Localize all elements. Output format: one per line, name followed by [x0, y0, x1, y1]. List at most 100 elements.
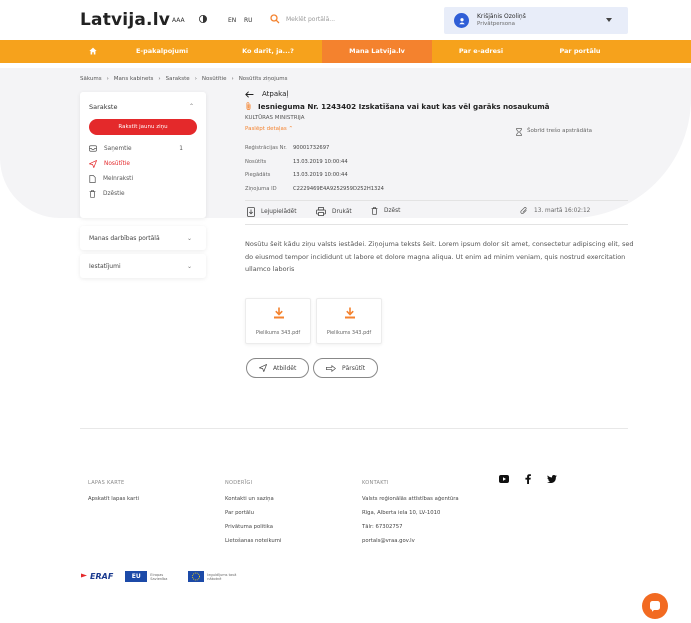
- nav-about[interactable]: Par portālu: [530, 40, 630, 63]
- footer-heading: LAPAS KARTE: [88, 480, 125, 486]
- footer-link-privacy[interactable]: Privātuma politika: [225, 520, 281, 534]
- chat-icon: [650, 601, 660, 612]
- youtube-icon[interactable]: [499, 475, 509, 483]
- lang-ru[interactable]: RU: [244, 17, 253, 24]
- download-button[interactable]: Lejupielādēt: [247, 207, 297, 217]
- footer-agency: Valsts reģionālās attīstības aģentūra: [362, 496, 459, 502]
- breadcrumb-sent[interactable]: Nosūtītie: [202, 76, 227, 82]
- footer-contacts: KONTAKTI Valsts reģionālās attīstības aģ…: [362, 476, 459, 548]
- arrow-left-icon: [245, 90, 254, 98]
- search-bar[interactable]: Meklēt portālā...: [270, 14, 335, 24]
- chevron-up-icon: ⌃: [288, 126, 294, 132]
- chevron-down-icon: ⌄: [186, 263, 192, 270]
- nav-what-to-do[interactable]: Ko darīt, ja...?: [214, 40, 322, 63]
- lang-en[interactable]: EN: [228, 17, 236, 24]
- sender-name: KULTŪRAS MINISTRIJA: [245, 115, 305, 121]
- footer-link-about[interactable]: Par portālu: [225, 506, 281, 520]
- printer-icon: [316, 207, 326, 216]
- breadcrumb-separator-icon: ›: [158, 76, 161, 82]
- sidebar-item-label: Saņemtie: [104, 145, 132, 152]
- sidebar-item-deleted[interactable]: Dzēstie: [89, 190, 197, 198]
- user-name: Krišjānis Ozoliņš: [477, 13, 526, 21]
- attachment-filename: Pielikums 343.pdf: [326, 330, 372, 336]
- sidebar-item-label: Melnraksti: [103, 176, 134, 182]
- eu-logo: EU Eiropas Savienība: [125, 571, 176, 582]
- new-message-button[interactable]: Rakstīt jaunu ziņu: [89, 119, 197, 135]
- attachment-card[interactable]: Pielikums 343.pdf: [316, 298, 382, 344]
- breadcrumb-current: Nosūtīts ziņojums: [238, 76, 288, 82]
- back-button[interactable]: Atpakaļ: [245, 90, 288, 98]
- sidebar-activity[interactable]: Manas darbības portālā ⌄: [80, 226, 206, 250]
- download-icon: [345, 307, 355, 319]
- hourglass-icon: [516, 128, 522, 136]
- forward-arrow-icon: [326, 364, 336, 372]
- breadcrumb-separator-icon: ›: [231, 76, 234, 82]
- contrast-icon[interactable]: [199, 15, 207, 25]
- document-icon: [89, 175, 96, 183]
- search-input[interactable]: Meklēt portālā...: [286, 16, 335, 23]
- sidebar-title[interactable]: Sarakste: [89, 103, 117, 111]
- footer-heading: NODERĪGI: [225, 480, 253, 486]
- reply-button[interactable]: Atbildēt: [246, 358, 310, 378]
- delete-button[interactable]: Dzēst: [371, 207, 400, 215]
- forward-button[interactable]: Pārsūtīt: [313, 358, 379, 378]
- social-links: [499, 474, 557, 484]
- breadcrumb: Sākums › Mans kabinets › Sarakste › Nosūtīt…: [80, 76, 287, 82]
- inbox-count: 1: [179, 145, 183, 152]
- chevron-up-icon[interactable]: ⌃: [189, 103, 194, 110]
- hide-details-link[interactable]: Paslēpt detaļas ⌃: [245, 126, 293, 132]
- sidebar-item-label: Nosūtītie: [104, 161, 130, 167]
- attachment-card[interactable]: Pielikums 343.pdf: [245, 298, 311, 344]
- trash-icon: [371, 207, 378, 215]
- trash-icon: [89, 190, 96, 198]
- message-title: Iesnieguma Nr. 1243402 Izskatīšana vai k…: [245, 102, 550, 111]
- send-icon: [89, 160, 97, 168]
- message-date: 13. martā 16:02:12: [520, 207, 590, 215]
- footer-link-terms[interactable]: Lietošanas noteikumi: [225, 534, 281, 548]
- breadcrumb-separator-icon: ›: [194, 76, 197, 82]
- print-button[interactable]: Drukāt: [316, 207, 352, 216]
- top-header: Latvija.lv AAA EN RU Meklēt portālā... K…: [0, 0, 691, 40]
- nav-my-latvija[interactable]: Mana Latvija.lv: [322, 40, 432, 63]
- footer-divider: [80, 428, 628, 429]
- status-info: Šobrīd trešo apstrādāta: [516, 128, 592, 136]
- breadcrumb-separator-icon: ›: [106, 76, 109, 82]
- inbox-icon: [89, 145, 97, 152]
- download-icon: [274, 307, 284, 319]
- twitter-icon[interactable]: [547, 475, 557, 483]
- footer-email[interactable]: portals@vraa.gov.lv: [362, 534, 459, 548]
- site-logo[interactable]: Latvija.lv: [80, 10, 170, 30]
- sidebar-item-inbox[interactable]: Saņemtie 1: [89, 145, 197, 152]
- footer-logos: ERAF EU Eiropas Savienība Ieguldījums ta…: [80, 571, 247, 582]
- chat-button[interactable]: [642, 593, 668, 619]
- footer-heading: KONTAKTI: [362, 480, 389, 486]
- nav-e-services[interactable]: E-pakalpojumi: [110, 40, 214, 63]
- font-size-control[interactable]: AAA: [172, 17, 185, 24]
- breadcrumb-cabinet[interactable]: Mans kabinets: [114, 76, 154, 82]
- user-menu[interactable]: Krišjānis Ozoliņš Privātpersona: [444, 7, 628, 34]
- user-avatar-icon: [454, 13, 469, 28]
- sidebar-settings[interactable]: Iestatījumi ⌄: [80, 254, 206, 278]
- flag-icon: [81, 573, 87, 581]
- main-nav: E-pakalpojumi Ko darīt, ja...? Mana Latv…: [0, 40, 691, 63]
- divider: [245, 224, 628, 225]
- message-body: Nosūtu šeit kādu ziņu valsts iestādei. Z…: [245, 240, 634, 273]
- attachment-filename: Pielikums 343.pdf: [255, 330, 301, 336]
- sidebar-item-sent[interactable]: Nosūtītie: [89, 160, 197, 168]
- nav-e-address[interactable]: Par e-adresi: [432, 40, 530, 63]
- eu-flag-icon: [188, 571, 205, 582]
- sidebar-item-label: Dzēstie: [103, 191, 125, 197]
- sidebar-item-drafts[interactable]: Melnraksti: [89, 175, 197, 183]
- footer-phone: Tālr: 67302757: [362, 524, 403, 530]
- download-file-icon: [247, 207, 255, 217]
- send-icon: [259, 364, 267, 372]
- footer-link-sitemap[interactable]: Apskatīt lapas karti: [88, 492, 139, 506]
- paperclip-icon: [520, 207, 527, 214]
- breadcrumb-correspondence[interactable]: Sarakste: [166, 76, 190, 82]
- footer-link-contacts[interactable]: Kontakti un saziņa: [225, 492, 281, 506]
- facebook-icon[interactable]: [525, 474, 531, 484]
- chevron-down-icon: [606, 17, 612, 24]
- footer-address: Rīga, Alberta iela 10, LV-1010: [362, 510, 441, 516]
- home-icon[interactable]: [86, 40, 100, 63]
- breadcrumb-home[interactable]: Sākums: [80, 76, 102, 82]
